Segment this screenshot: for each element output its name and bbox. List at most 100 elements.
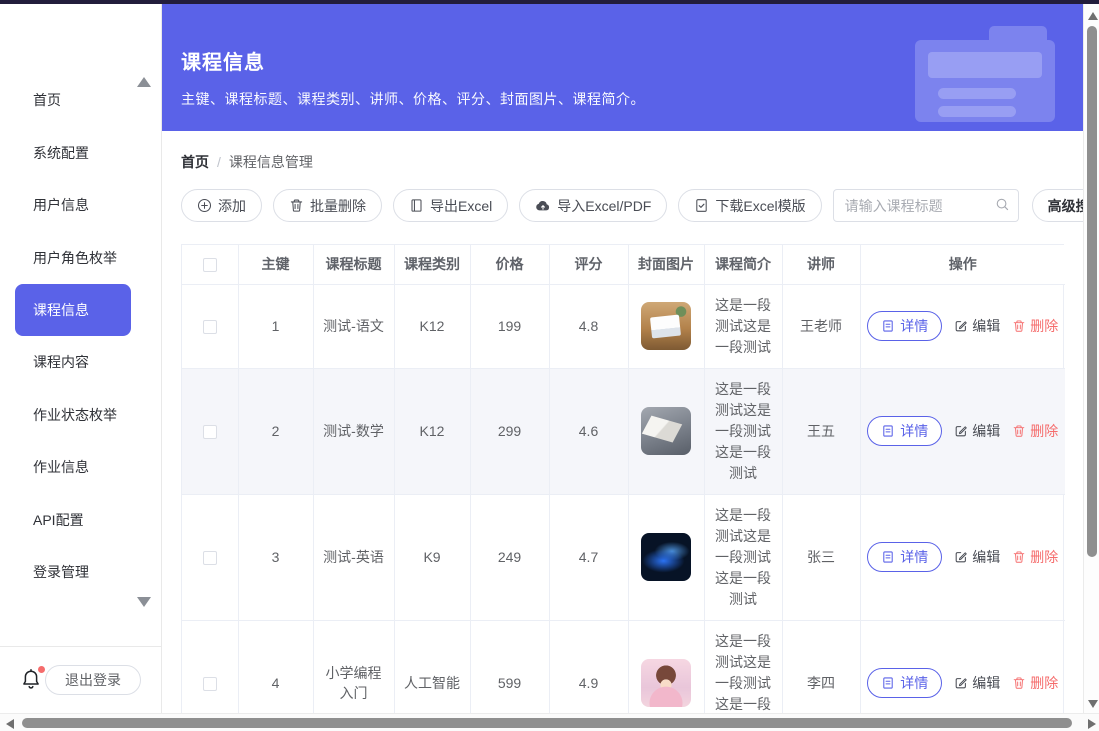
row-checkbox[interactable] [203,551,217,565]
delete-trash-icon [1012,676,1026,690]
col-header-category: 课程类别 [394,245,470,284]
cell-category: K12 [394,368,470,494]
detail-doc-icon [881,550,895,564]
cell-price: 249 [470,494,549,620]
import-excel-pdf-button[interactable]: 导入Excel/PDF [519,189,667,222]
detail-button[interactable]: 详情 [867,311,942,341]
download-template-button-label: 下载Excel模版 [715,196,805,216]
sidebar-item-user-info[interactable]: 用户信息 [0,179,161,232]
window-top-edge [0,0,1099,4]
sidebar-item-homework-info[interactable]: 作业信息 [0,441,161,494]
table-row: 3 测试-英语 K9 249 4.7 这是一段测试这是一段测试这是一段测试 张三 [182,494,1065,620]
sidebar-item-course-info[interactable]: 课程信息 [15,284,131,336]
horizontal-scrollbar-thumb[interactable] [22,718,1072,728]
batch-delete-button[interactable]: 批量删除 [273,189,382,222]
edit-button[interactable]: 编辑 [954,547,1000,567]
sidebar-nav: 首页 系统配置 用户信息 用户角色枚举 课程信息 课程内容 作业状态枚举 作业信… [0,74,161,599]
delete-button[interactable]: 删除 [1012,316,1058,336]
delete-button[interactable]: 删除 [1012,673,1058,693]
cell-title: 测试-数学 [313,368,394,494]
sidebar-item-label: API配置 [33,510,84,530]
detail-button[interactable]: 详情 [867,542,942,572]
delete-trash-icon [1012,424,1026,438]
cell-title: 测试-语文 [313,284,394,368]
edit-button[interactable]: 编辑 [954,316,1000,336]
detail-button-label: 详情 [900,547,928,567]
delete-button[interactable]: 删除 [1012,421,1058,441]
cell-title: 小学编程入门 [313,620,394,713]
search-icon[interactable] [995,197,1010,217]
sidebar-item-api-config[interactable]: API配置 [0,494,161,547]
detail-button-label: 详情 [900,316,928,336]
cover-image [641,659,691,707]
col-header-id: 主键 [238,245,313,284]
search-input[interactable] [833,189,1019,222]
cover-image [641,302,691,350]
cover-image [641,533,691,581]
sidebar-scroll-down-icon[interactable] [137,597,151,607]
edit-button-label: 编辑 [972,547,1000,567]
vertical-scrollbar[interactable] [1083,4,1099,714]
col-header-price: 价格 [470,245,549,284]
download-template-button[interactable]: 下载Excel模版 [678,189,821,222]
add-button[interactable]: 添加 [181,189,262,222]
col-header-intro: 课程简介 [704,245,782,284]
sidebar-item-user-role-enum[interactable]: 用户角色枚举 [0,232,161,285]
row-checkbox[interactable] [203,677,217,691]
sidebar-item-login-management[interactable]: 登录管理 [0,546,161,599]
row-checkbox[interactable] [203,320,217,334]
row-checkbox[interactable] [203,425,217,439]
horizontal-scrollbar[interactable] [0,713,1099,731]
sidebar-item-label: 用户信息 [33,195,89,215]
logout-button[interactable]: 退出登录 [45,665,141,695]
sidebar-item-system-config[interactable]: 系统配置 [0,127,161,180]
delete-button-label: 删除 [1030,547,1058,567]
add-button-label: 添加 [218,196,246,216]
detail-button[interactable]: 详情 [867,668,942,698]
notification-bell-icon[interactable] [20,668,42,692]
cell-teacher: 张三 [782,494,860,620]
sidebar-item-label: 课程信息 [33,300,89,320]
sidebar-item-label: 作业状态枚举 [33,405,117,425]
breadcrumb: 首页 / 课程信息管理 [181,152,1064,172]
edit-button[interactable]: 编辑 [954,673,1000,693]
advanced-search-button[interactable]: 高级搜索 [1032,189,1083,222]
select-all-checkbox[interactable] [203,258,217,272]
detail-button[interactable]: 详情 [867,416,942,446]
sidebar-item-homework-status-enum[interactable]: 作业状态枚举 [0,389,161,442]
scroll-right-arrow-icon[interactable] [1088,719,1096,729]
vertical-scrollbar-thumb[interactable] [1087,26,1097,557]
breadcrumb-home-link[interactable]: 首页 [181,152,209,172]
sidebar-item-home[interactable]: 首页 [0,74,161,127]
delete-button-label: 删除 [1030,421,1058,441]
cell-teacher: 王老师 [782,284,860,368]
cell-category: 人工智能 [394,620,470,713]
cover-image [641,407,691,455]
col-header-title: 课程标题 [313,245,394,284]
detail-doc-icon [881,424,895,438]
sidebar-item-course-content[interactable]: 课程内容 [0,336,161,389]
sidebar-footer: 退出登录 [0,646,161,713]
cell-price: 199 [470,284,549,368]
scroll-up-arrow-icon[interactable] [1088,12,1098,20]
notification-badge [38,666,45,673]
table-toolbar: 添加 批量删除 导出Excel 导入Excel/PDF [181,189,1064,222]
edit-button[interactable]: 编辑 [954,421,1000,441]
export-excel-button[interactable]: 导出Excel [393,189,508,222]
table-header-row: 主键 课程标题 课程类别 价格 评分 封面图片 课程简介 讲师 操作 [182,245,1065,284]
trash-icon [289,198,304,213]
detail-button-label: 详情 [900,673,928,693]
scroll-down-arrow-icon[interactable] [1088,700,1098,708]
sidebar-item-label: 系统配置 [33,143,89,163]
cell-rating: 4.8 [549,284,628,368]
col-header-cover: 封面图片 [628,245,704,284]
delete-button[interactable]: 删除 [1012,547,1058,567]
export-excel-button-label: 导出Excel [430,196,492,216]
sidebar-item-label: 作业信息 [33,457,89,477]
sidebar: 首页 系统配置 用户信息 用户角色枚举 课程信息 课程内容 作业状态枚举 作业信… [0,4,162,713]
detail-button-label: 详情 [900,421,928,441]
edit-pencil-icon [954,424,968,438]
folder-icon [915,26,1055,122]
scroll-left-arrow-icon[interactable] [6,719,14,729]
cell-price: 599 [470,620,549,713]
